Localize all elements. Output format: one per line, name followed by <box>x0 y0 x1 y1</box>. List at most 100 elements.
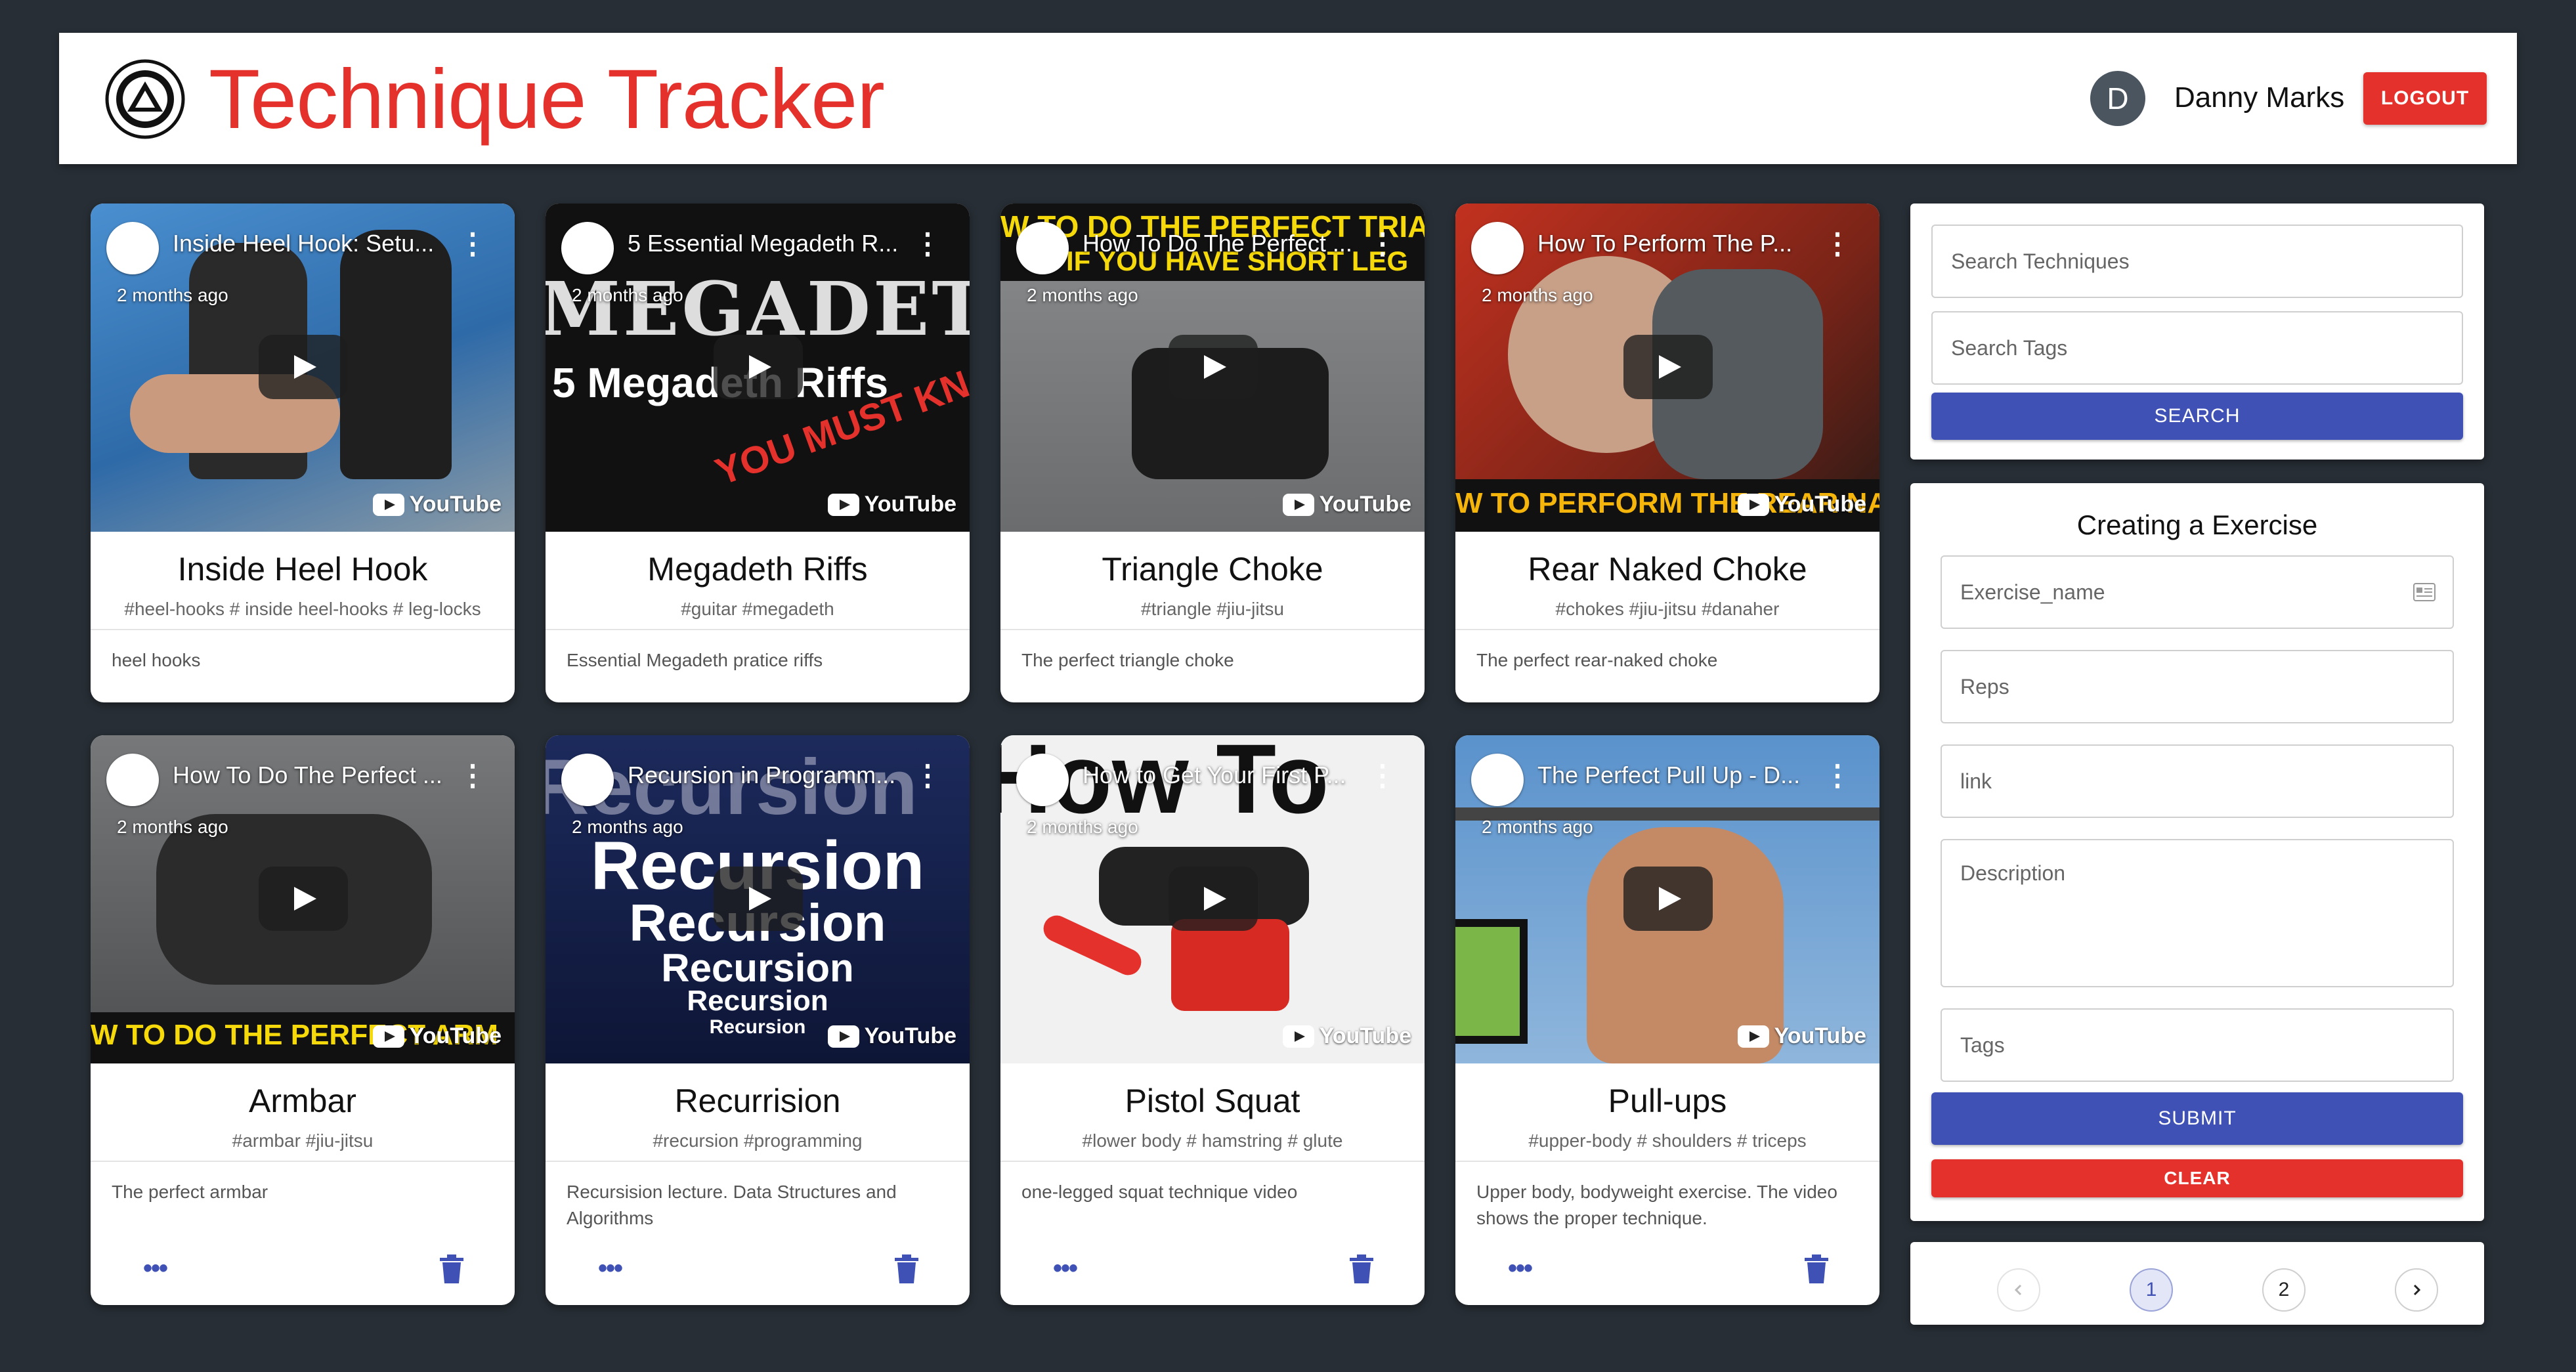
search-button[interactable]: SEARCH <box>1931 393 2463 440</box>
tags-input[interactable] <box>1942 1010 2453 1081</box>
video-embed[interactable]: Recursion Recursion Recursion Recursion … <box>546 735 970 1063</box>
youtube-logo[interactable]: YouTube <box>1282 1023 1411 1049</box>
video-menu-icon[interactable]: ⋮ <box>458 761 487 790</box>
card-description: Essential Megadeth pratice riffs <box>567 650 823 670</box>
app-title: Technique Tracker <box>209 53 885 146</box>
more-options-icon[interactable]: ••• <box>143 1254 168 1283</box>
play-button[interactable] <box>714 867 803 931</box>
delete-icon[interactable] <box>1348 1254 1375 1284</box>
video-age: 2 months ago <box>117 285 228 305</box>
video-title[interactable]: How To Do The Perfect ... <box>173 761 448 789</box>
card-tags: #recursion #programming <box>653 1130 863 1151</box>
video-menu-icon[interactable]: ⋮ <box>458 230 487 259</box>
card-description: one-legged squat technique video <box>1021 1182 1298 1202</box>
card-title: Armbar <box>249 1083 356 1119</box>
page-1-button[interactable]: 1 <box>2130 1268 2173 1312</box>
youtube-logo[interactable]: YouTube <box>827 1023 956 1049</box>
card-title: Megadeth Riffs <box>647 551 868 588</box>
video-menu-icon[interactable]: ⋮ <box>1823 230 1852 259</box>
delete-icon[interactable] <box>893 1254 920 1284</box>
submit-button[interactable]: SUBMIT <box>1931 1092 2463 1145</box>
play-button[interactable] <box>714 335 803 399</box>
video-title[interactable]: How To Perform The P... <box>1537 230 1813 257</box>
play-button[interactable] <box>1169 867 1258 931</box>
video-embed[interactable]: W TO DO THE PERFECT TRIAN IF YOU HAVE SH… <box>1000 204 1425 532</box>
card-tags: #triangle #jiu-jitsu <box>1141 599 1284 619</box>
play-button[interactable] <box>1169 335 1258 399</box>
more-options-icon[interactable]: ••• <box>598 1254 623 1283</box>
card-description: The perfect rear-naked choke <box>1476 650 1718 670</box>
video-menu-icon[interactable]: ⋮ <box>913 761 942 790</box>
youtube-logo[interactable]: YouTube <box>827 492 956 517</box>
avatar[interactable]: D <box>2090 71 2145 126</box>
delete-icon[interactable] <box>1803 1254 1830 1284</box>
card-tags: #armbar #jiu-jitsu <box>232 1130 374 1151</box>
video-menu-icon[interactable]: ⋮ <box>1823 761 1852 790</box>
description-input[interactable] <box>1942 840 2453 986</box>
channel-avatar[interactable] <box>1471 754 1524 806</box>
youtube-logo[interactable]: YouTube <box>1737 1023 1866 1049</box>
channel-avatar[interactable] <box>1016 754 1069 806</box>
video-embed[interactable]: W TO PERFORM THE REAR NAKED CH How To Pe… <box>1455 204 1879 532</box>
youtube-logo[interactable]: YouTube <box>1282 492 1411 517</box>
video-title[interactable]: The Perfect Pull Up - D... <box>1537 761 1813 789</box>
video-embed[interactable]: The Perfect Pull Up - D... ⋮ 2 months ago Y… <box>1455 735 1879 1063</box>
card-description: The perfect triangle choke <box>1021 650 1234 670</box>
previous-page-button[interactable] <box>1997 1268 2040 1312</box>
search-panel: SEARCH <box>1910 204 2484 460</box>
video-embed[interactable]: Inside Heel Hook: Setu... ⋮ 2 months ago Yo… <box>91 204 515 532</box>
more-options-icon[interactable]: ••• <box>1053 1254 1078 1283</box>
play-button[interactable] <box>259 867 348 931</box>
exercise-name-input[interactable] <box>1942 557 2453 628</box>
card-tags: #lower body # hamstring # glute <box>1082 1130 1343 1151</box>
channel-avatar[interactable] <box>561 754 614 806</box>
channel-avatar[interactable] <box>106 222 159 274</box>
youtube-logo[interactable]: YouTube <box>372 1023 502 1049</box>
card-description: Upper body, bodyweight exercise. The vid… <box>1476 1182 1837 1228</box>
channel-avatar[interactable] <box>561 222 614 274</box>
more-options-icon[interactable]: ••• <box>1508 1254 1533 1283</box>
youtube-logo[interactable]: YouTube <box>1737 492 1866 517</box>
gracie-logo-icon <box>105 59 185 139</box>
technique-card: W TO DO THE PERFECT TRIAN IF YOU HAVE SH… <box>1000 204 1425 702</box>
youtube-play-icon <box>827 1025 859 1048</box>
video-title[interactable]: How To Do The Perfect ... <box>1083 230 1358 257</box>
video-menu-icon[interactable]: ⋮ <box>1368 230 1397 259</box>
search-tags-input[interactable] <box>1933 312 2462 383</box>
page-2-button[interactable]: 2 <box>2262 1268 2306 1312</box>
play-button[interactable] <box>259 335 348 399</box>
video-thumbnail <box>1455 919 1528 1044</box>
video-age: 2 months ago <box>1482 817 1593 837</box>
divider <box>546 629 970 630</box>
youtube-logo[interactable]: YouTube <box>372 492 502 517</box>
video-title[interactable]: Inside Heel Hook: Setu... <box>173 230 448 257</box>
clear-button[interactable]: CLEAR <box>1931 1159 2463 1197</box>
search-techniques-input[interactable] <box>1933 226 2462 297</box>
card-title: Recurrision <box>674 1083 841 1119</box>
reps-input[interactable] <box>1942 651 2453 722</box>
video-title[interactable]: Recursion in Programm... <box>628 761 903 789</box>
video-embed[interactable]: How To How to Get Your First P... ⋮ 2 mont… <box>1000 735 1425 1063</box>
link-input[interactable] <box>1942 746 2453 817</box>
chevron-right-icon <box>2413 1284 2421 1296</box>
video-title[interactable]: How to Get Your First P... <box>1083 761 1358 789</box>
play-button[interactable] <box>1623 335 1713 399</box>
video-menu-icon[interactable]: ⋮ <box>913 230 942 259</box>
video-menu-icon[interactable]: ⋮ <box>1368 761 1397 790</box>
video-title[interactable]: 5 Essential Megadeth R... <box>628 230 903 257</box>
channel-avatar[interactable] <box>1016 222 1069 274</box>
logout-button[interactable]: LOGOUT <box>2363 72 2487 125</box>
next-page-button[interactable] <box>2395 1268 2438 1312</box>
channel-avatar[interactable] <box>1471 222 1524 274</box>
video-embed[interactable]: MEGADETH 5 Megadeth Riffs YOU MUST KN 5 … <box>546 204 970 532</box>
channel-avatar[interactable] <box>106 754 159 806</box>
video-embed[interactable]: W TO DO THE PERFECT ARM How To Do The Pe… <box>91 735 515 1063</box>
technique-card: How To How to Get Your First P... ⋮ 2 mont… <box>1000 735 1425 1305</box>
video-age: 2 months ago <box>1482 285 1593 305</box>
delete-icon[interactable] <box>439 1254 465 1284</box>
youtube-play-icon <box>827 493 859 516</box>
app-header: Technique Tracker D Danny Marks LOGOUT <box>59 33 2517 164</box>
card-tags: #guitar #megadeth <box>681 599 834 619</box>
play-button[interactable] <box>1623 867 1713 931</box>
youtube-label: YouTube <box>409 492 502 517</box>
